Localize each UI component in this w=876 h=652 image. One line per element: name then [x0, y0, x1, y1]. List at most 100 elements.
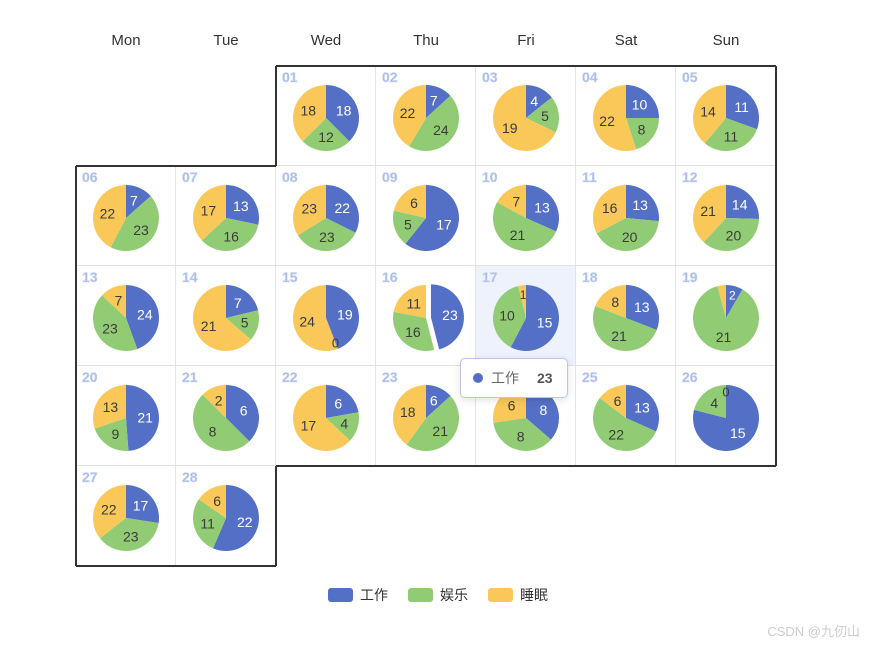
calendar-cell-02[interactable]: 02 7 24 22: [376, 66, 476, 166]
month-outline-top: [176, 165, 276, 167]
calendar-cell-13[interactable]: 13 24 23 7: [76, 266, 176, 366]
day-pie-chart[interactable]: 6 4 17: [276, 366, 376, 466]
pie-label-work: 23: [442, 307, 458, 323]
pie-label-sleep: 22: [400, 105, 416, 121]
day-pie-chart[interactable]: 21 9 13: [76, 366, 176, 466]
weekday-header-row: Mon Tue Wed Thu Fri Sat Sun: [76, 28, 776, 54]
calendar-cell-06[interactable]: 06 7 23 22: [76, 166, 176, 266]
day-pie-chart[interactable]: 19 0 24: [276, 266, 376, 366]
legend-item-睡眠[interactable]: 睡眠: [488, 585, 548, 605]
pie-label-work: 13: [634, 299, 650, 315]
day-pie-chart[interactable]: 23 16 11: [376, 266, 476, 366]
calendar-cell-09[interactable]: 09 17 5 6: [376, 166, 476, 266]
month-outline-right: [775, 166, 777, 266]
day-pie-chart[interactable]: 17 5 6: [376, 166, 476, 266]
pie-label-fun: 16: [405, 324, 421, 340]
pie-label-fun: 11: [724, 128, 739, 144]
calendar-cell-27[interactable]: 27 17 23 22: [76, 466, 176, 566]
pie-label-work: 13: [534, 200, 550, 216]
calendar-cell-28[interactable]: 28 22 11 6: [176, 466, 276, 566]
calendar-cell-22[interactable]: 22 6 4 17: [276, 366, 376, 466]
tooltip-value: 23: [537, 370, 553, 386]
day-pie-chart[interactable]: 10 8 22: [576, 66, 676, 166]
day-pie-chart[interactable]: 2 21: [676, 266, 776, 366]
calendar-cell-16[interactable]: 16 23 16 11: [376, 266, 476, 366]
day-pie-chart[interactable]: 17 23 22: [76, 466, 176, 566]
weekday-label-fri: Fri: [517, 32, 535, 49]
calendar-cell-14[interactable]: 14 7 5 21: [176, 266, 276, 366]
day-pie-chart[interactable]: 13 21 7: [476, 166, 576, 266]
calendar-cell-19[interactable]: 19 2 21: [676, 266, 776, 366]
month-outline-left: [75, 366, 77, 466]
day-pie-chart[interactable]: 13 21 8: [576, 266, 676, 366]
calendar-cell-12[interactable]: 12 14 20 21: [676, 166, 776, 266]
calendar-cell-10[interactable]: 10 13 21 7: [476, 166, 576, 266]
pie-label-work: 7: [130, 193, 138, 209]
calendar-cell-11[interactable]: 11 13 20 16: [576, 166, 676, 266]
pie-label-work: 4: [530, 93, 538, 109]
pie-label-sleep: 6: [410, 195, 418, 211]
month-outline-top: [276, 65, 376, 67]
day-pie-chart[interactable]: 4 5 19: [476, 66, 576, 166]
day-pie-chart[interactable]: 22 11 6: [176, 466, 276, 566]
calendar-cell-01[interactable]: 01 18 12 18: [276, 66, 376, 166]
calendar-cell-05[interactable]: 05 11 11 14: [676, 66, 776, 166]
weekday-label-wed: Wed: [310, 32, 342, 49]
calendar-cell-15[interactable]: 15 19 0 24: [276, 266, 376, 366]
pie-slice-work[interactable]: [326, 385, 359, 418]
day-pie-chart[interactable]: 13 20 16: [576, 166, 676, 266]
day-pie-chart[interactable]: 13 22 6: [576, 366, 676, 466]
pie-label-sleep: 24: [299, 313, 315, 329]
day-pie-chart[interactable]: 6 8 2: [176, 366, 276, 466]
pie-label-fun: 10: [499, 308, 515, 324]
calendar-cell-08[interactable]: 08 22 23 23: [276, 166, 376, 266]
pie-label-fun: 21: [716, 329, 732, 345]
calendar-cell-25[interactable]: 25 13 22 6: [576, 366, 676, 466]
weekday-label-thu: Thu: [413, 32, 439, 49]
pie-label-work: 6: [240, 403, 248, 419]
day-pie-chart[interactable]: 15 10 1: [476, 266, 576, 366]
day-pie-chart[interactable]: 14 20 21: [676, 166, 776, 266]
pie-label-fun: 23: [123, 529, 139, 545]
day-pie-chart[interactable]: 7 23 22: [76, 166, 176, 266]
calendar-cell-20[interactable]: 20 21 9 13: [76, 366, 176, 466]
day-pie-chart[interactable]: 18 12 18: [276, 66, 376, 166]
pie-label-fun: 23: [319, 229, 335, 245]
pie-label-sleep: 19: [502, 120, 518, 136]
pie-label-fun: 4: [340, 415, 348, 431]
weekday-label-mon: Mon: [111, 32, 141, 49]
legend-item-娱乐[interactable]: 娱乐: [408, 585, 468, 605]
pie-label-fun: 22: [608, 426, 624, 442]
calendar-cell-26[interactable]: 26 15 4 0: [676, 366, 776, 466]
legend-item-工作[interactable]: 工作: [328, 585, 388, 605]
month-outline-bottom: [376, 465, 476, 467]
day-pie-chart[interactable]: 24 23 7: [76, 266, 176, 366]
day-pie-chart[interactable]: 13 16 17: [176, 166, 276, 266]
pie-label-work: 22: [334, 200, 350, 216]
pie-label-fun: 16: [223, 228, 239, 244]
calendar-cell-17[interactable]: 17 15 10 1: [476, 266, 576, 366]
calendar-cell-21[interactable]: 21 6 8 2: [176, 366, 276, 466]
calendar-cell-04[interactable]: 04 10 8 22: [576, 66, 676, 166]
day-pie-chart[interactable]: 15 4 0: [676, 366, 776, 466]
day-pie-chart[interactable]: 7 5 21: [176, 266, 276, 366]
pie-label-fun: 24: [433, 122, 449, 138]
day-pie-chart[interactable]: 22 23 23: [276, 166, 376, 266]
calendar-cell-03[interactable]: 03 4 5 19: [476, 66, 576, 166]
day-pie-chart[interactable]: 7 24 22: [376, 66, 476, 166]
pie-label-work: 15: [730, 425, 746, 441]
pie-label-sleep: 11: [407, 295, 422, 311]
month-outline-top: [576, 65, 676, 67]
month-outline-right: [775, 66, 777, 166]
pie-label-sleep: 22: [100, 205, 116, 221]
calendar-cell-07[interactable]: 07 13 16 17: [176, 166, 276, 266]
month-outline-top: [376, 65, 476, 67]
calendar-cell-18[interactable]: 18 13 21 8: [576, 266, 676, 366]
day-pie-chart[interactable]: 11 11 14: [676, 66, 776, 166]
chart-legend: 工作 娱乐 睡眠: [0, 585, 876, 605]
pie-label-work: 24: [137, 307, 153, 323]
pie-label-fun: 23: [102, 321, 118, 337]
pie-label-sleep: 7: [512, 194, 520, 210]
pie-label-fun: 8: [209, 424, 217, 440]
pie-label-work: 21: [137, 409, 153, 425]
